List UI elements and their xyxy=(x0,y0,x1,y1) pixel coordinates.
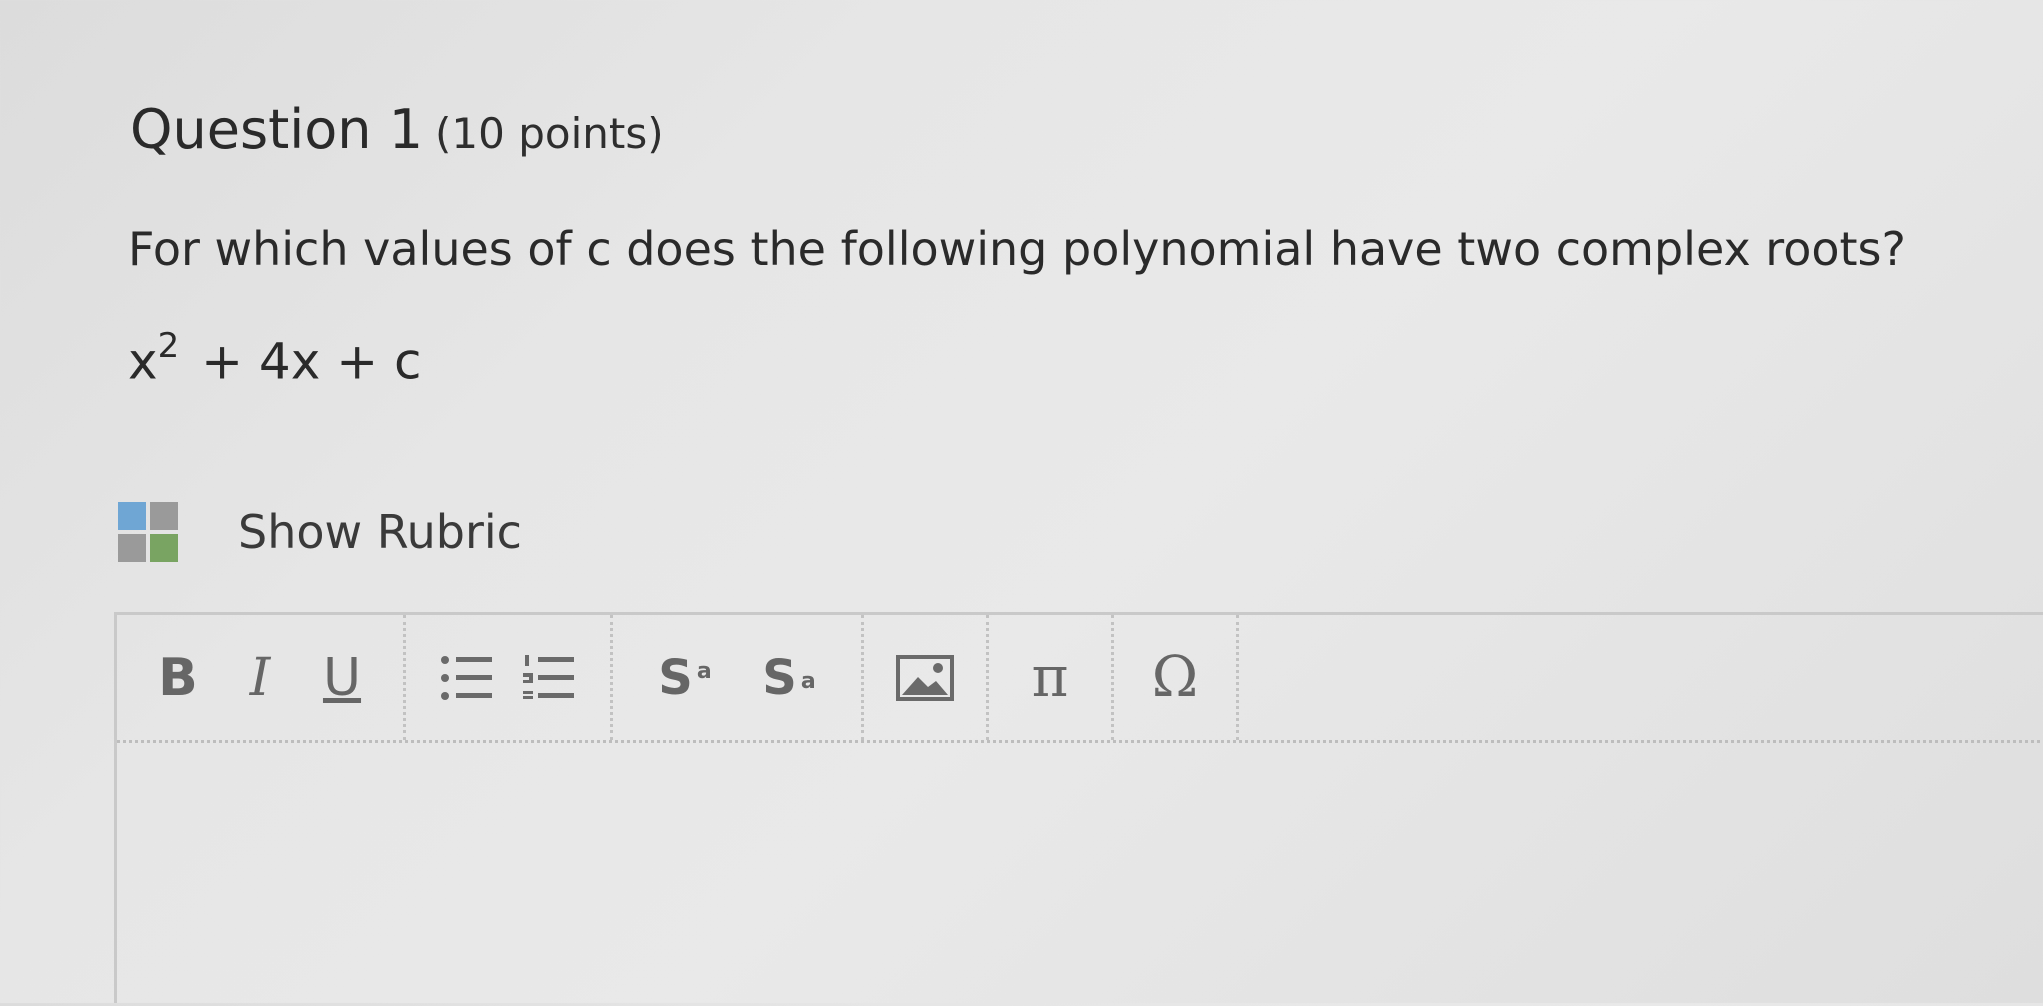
bullet-list-icon xyxy=(441,655,492,700)
question-title: Question 1 xyxy=(130,98,424,161)
polynomial-expression: x2 + 4x + c xyxy=(128,326,422,391)
polynomial-base: x xyxy=(128,332,158,391)
symbol-group: Ω xyxy=(1114,615,1239,740)
bullet-list-button[interactable] xyxy=(438,643,496,713)
pi-group: π xyxy=(989,615,1114,740)
list-group xyxy=(406,615,613,740)
subscript-mark: a xyxy=(800,669,816,694)
editor-toolbar: B I U S a S a π Ω xyxy=(117,615,2043,743)
question-header: Question 1 (10 points) xyxy=(130,98,664,161)
superscript-mark: a xyxy=(696,659,712,684)
insert-symbol-button[interactable]: Ω xyxy=(1146,643,1204,713)
rubric-icon xyxy=(118,502,178,562)
numbered-list-icon xyxy=(523,654,574,699)
italic-button[interactable]: I xyxy=(231,643,289,713)
format-group: B I U xyxy=(117,615,406,740)
subscript-button[interactable]: Sa xyxy=(749,643,829,713)
answer-text-area[interactable] xyxy=(117,743,2043,1006)
subscript-base: S xyxy=(762,649,797,706)
superscript-button[interactable]: Sa xyxy=(645,643,725,713)
question-prompt: For which values of c does the following… xyxy=(128,222,1906,276)
superscript-base: S xyxy=(658,649,693,706)
script-group: Sa Sa xyxy=(613,615,864,740)
question-points: (10 points) xyxy=(435,109,664,158)
insert-image-button[interactable] xyxy=(896,643,954,713)
show-rubric-label: Show Rubric xyxy=(238,505,522,559)
insert-math-button[interactable]: π xyxy=(1021,643,1079,713)
bold-button[interactable]: B xyxy=(149,643,207,713)
underline-button[interactable]: U xyxy=(313,643,371,713)
image-group xyxy=(864,615,989,740)
numbered-list-button[interactable] xyxy=(520,643,578,713)
answer-editor: B I U S a S a π Ω xyxy=(114,612,2043,1003)
polynomial-exponent: 2 xyxy=(157,326,180,366)
polynomial-rest: + 4x + c xyxy=(201,332,422,391)
image-icon xyxy=(896,654,954,701)
show-rubric-link[interactable]: Show Rubric xyxy=(118,502,522,562)
